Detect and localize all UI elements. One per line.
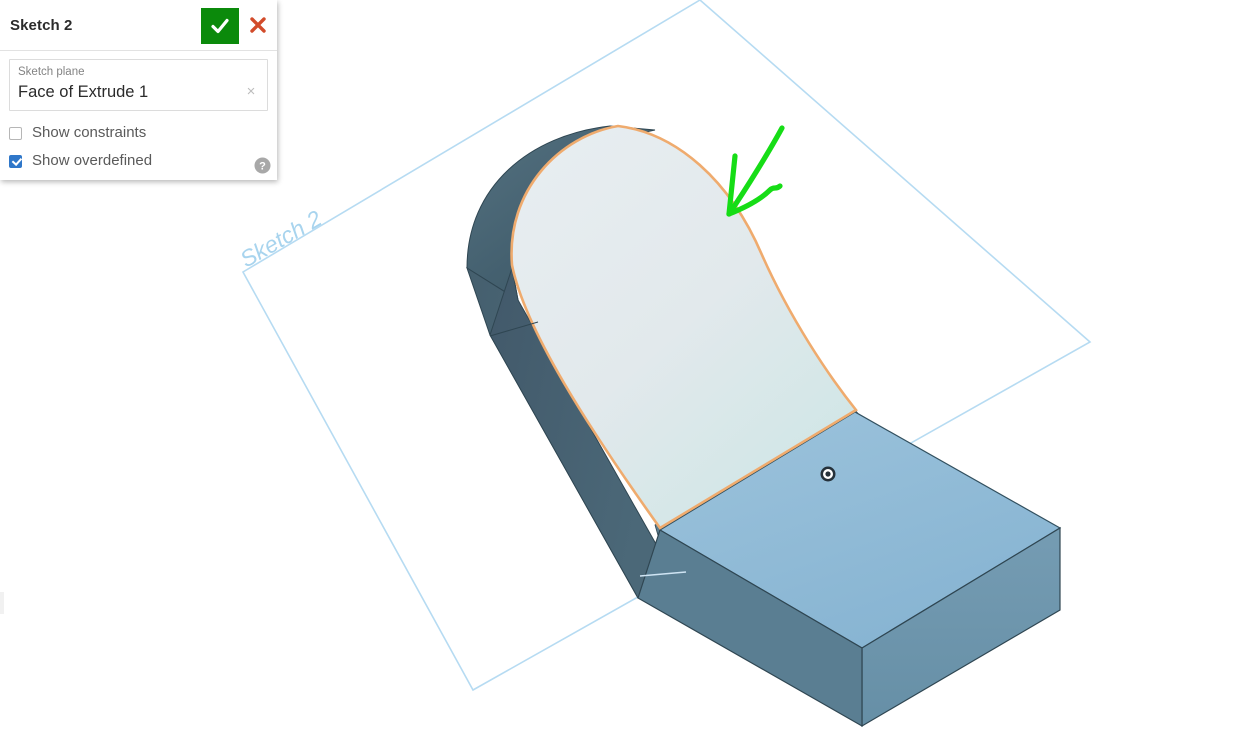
clear-icon[interactable]: × <box>243 84 259 100</box>
annotation-arrow-green <box>726 125 785 217</box>
sketch-plane-field-value[interactable]: Face of Extrude 1 <box>18 81 243 103</box>
checkbox-show-constraints-box[interactable] <box>9 126 22 140</box>
accept-button[interactable] <box>201 8 239 44</box>
viewport-edge-artifact <box>0 592 4 614</box>
sketch-plane-field-row: Face of Extrude 1 × <box>18 81 259 103</box>
checkbox-show-constraints-label: Show constraints <box>32 124 147 141</box>
sketch-plane-label-text: Sketch 2 <box>236 205 327 272</box>
sketch-dialog: Sketch 2 Sketch plane Face of Extrude 1 … <box>0 0 277 180</box>
checkmark-icon <box>211 18 229 34</box>
dialog-title: Sketch 2 <box>10 16 73 34</box>
dialog-body: Sketch plane Face of Extrude 1 × Show co… <box>0 51 277 180</box>
close-icon <box>250 17 266 33</box>
sketch-plane-field-label: Sketch plane <box>18 66 85 78</box>
solid-model[interactable] <box>466 124 1062 728</box>
checkbox-show-overdefined-box[interactable] <box>9 154 22 168</box>
svg-text:?: ? <box>259 160 266 172</box>
checkbox-show-overdefined[interactable]: Show overdefined <box>9 152 268 170</box>
dialog-titlebar: Sketch 2 <box>0 0 277 51</box>
question-mark-circle-icon: ? <box>254 157 271 174</box>
checkbox-show-overdefined-label: Show overdefined <box>32 152 153 169</box>
sketch-plane-label: Sketch 2 <box>236 205 327 272</box>
cancel-button[interactable] <box>239 0 277 50</box>
help-icon[interactable]: ? <box>254 157 271 174</box>
sketch-plane-field[interactable]: Sketch plane Face of Extrude 1 × <box>9 59 268 111</box>
origin-point-icon[interactable] <box>820 466 836 482</box>
checkbox-show-constraints[interactable]: Show constraints <box>9 124 268 142</box>
